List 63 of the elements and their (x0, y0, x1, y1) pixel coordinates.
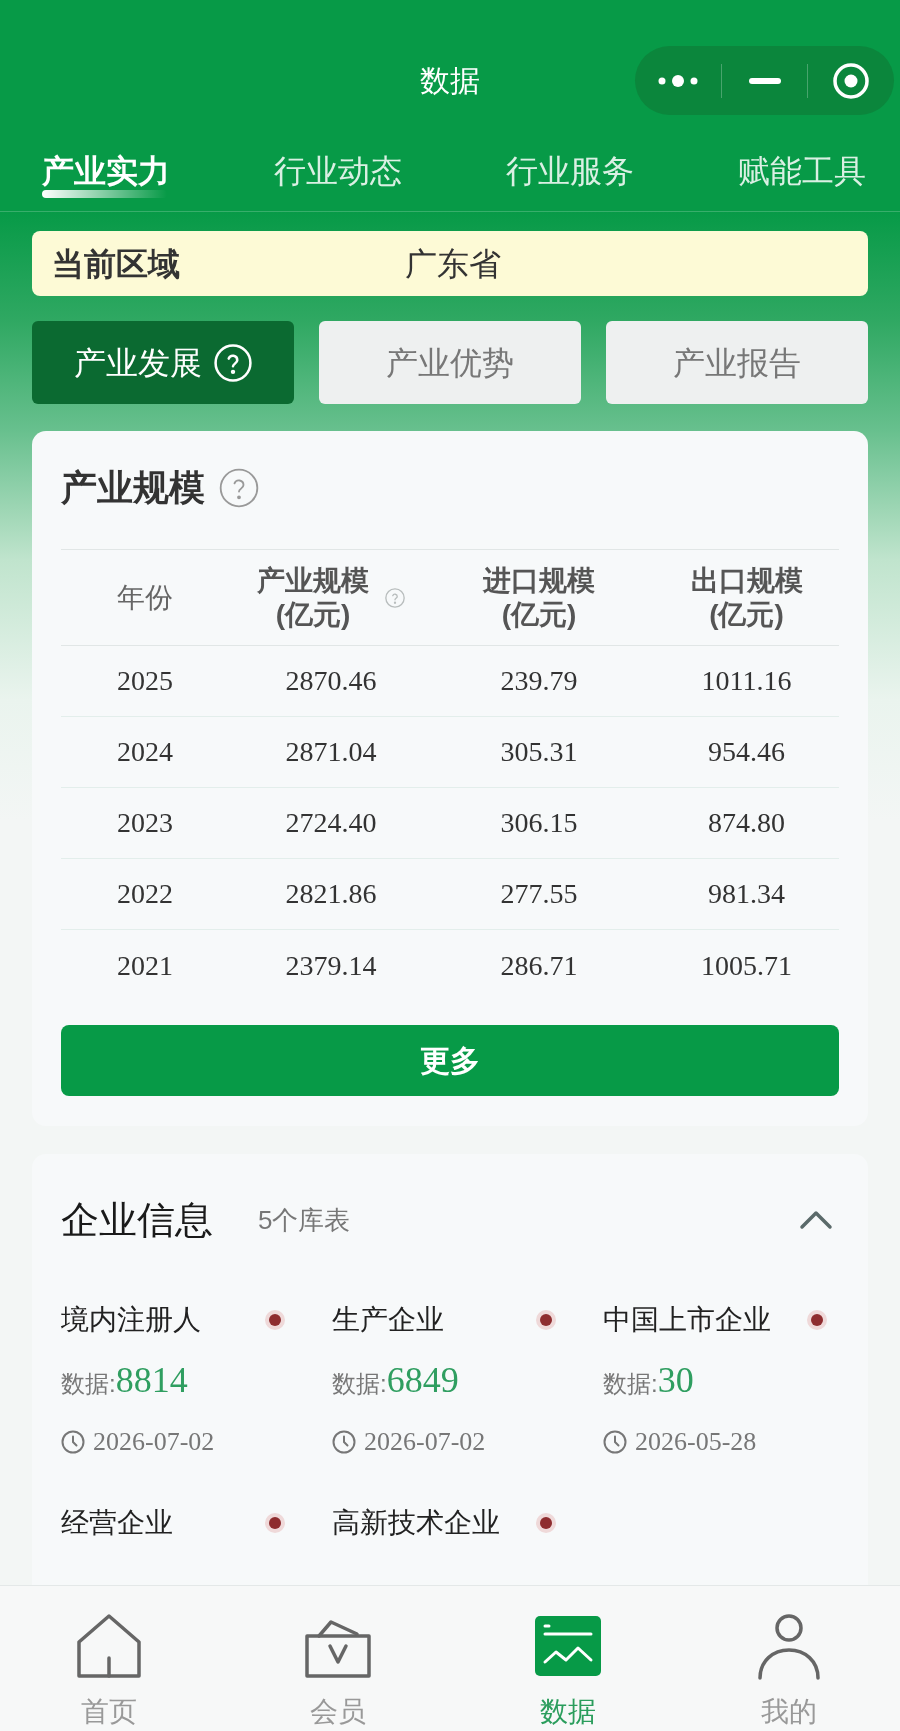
table-cell: 954.46 (708, 735, 785, 769)
item-title[interactable]: 经营企业 (61, 1503, 173, 1543)
category-tab[interactable]: 行业服务 (506, 153, 634, 203)
item-title[interactable]: 境内注册人 (61, 1300, 201, 1340)
page-title: 数据 (420, 62, 480, 99)
data-label: 数据: (603, 1369, 658, 1399)
table-cell: 2024 (117, 735, 173, 769)
data-label: 数据: (332, 1369, 387, 1399)
data-value: 6849 (386, 1360, 459, 1400)
table-cell: 2870.46 (285, 664, 377, 698)
table-cell: 2025 (117, 664, 173, 698)
table-cell: 305.31 (500, 735, 578, 769)
record-count: 5个库表 (258, 1204, 351, 1237)
region-value[interactable]: 广东省 (405, 243, 501, 284)
item-title[interactable]: 中国上市企业 (603, 1300, 771, 1340)
chevron-up-icon[interactable] (799, 1210, 833, 1230)
table-cell: 1011.16 (701, 664, 792, 698)
column-header: 进口规模 (亿元) (483, 563, 595, 632)
more-button[interactable]: 更多 (61, 1025, 839, 1096)
table-cell: 2821.86 (285, 877, 377, 911)
category-tab[interactable]: 赋能工具 (738, 153, 866, 203)
table-cell: 2379.14 (285, 948, 377, 983)
region-label: 当前区域 (52, 244, 181, 284)
clock-icon (603, 1430, 627, 1454)
table-cell: 1005.71 (701, 948, 792, 983)
table-cell: 2021 (117, 948, 173, 983)
tab-bar-item[interactable]: 首页 (0, 1586, 218, 1731)
data-value: 8814 (115, 1360, 188, 1400)
tab-bar-item[interactable]: 我的 (678, 1586, 900, 1731)
update-date: 2026-07-02 (93, 1426, 215, 1458)
minimize-icon[interactable] (748, 77, 781, 84)
tab-bar-item[interactable]: 数据 (458, 1586, 678, 1731)
column-header: 产业规模 (亿元) (257, 563, 369, 632)
table-cell: 277.55 (500, 877, 578, 911)
tab-bar-item[interactable]: 会员 (218, 1586, 458, 1731)
column-header: 出口规模 (亿元) (690, 563, 803, 632)
section-title: 企业信息 (61, 1198, 213, 1243)
item-title[interactable]: 生产企业 (332, 1300, 444, 1340)
table-cell: 2023 (117, 806, 173, 840)
section-title: 产业规模 (61, 466, 205, 510)
category-tab[interactable]: 产业实力 (42, 153, 170, 203)
data-value: 30 (657, 1360, 694, 1400)
more-icon[interactable] (657, 74, 698, 87)
circle-dot-icon[interactable] (833, 62, 870, 99)
table-cell: 874.80 (708, 806, 785, 840)
clock-icon (61, 1430, 85, 1454)
table-cell: 981.34 (708, 877, 785, 911)
data-label: 数据: (61, 1369, 116, 1399)
table-cell: 2871.04 (285, 735, 377, 769)
update-date: 2026-05-28 (635, 1426, 757, 1458)
update-date: 2026-07-02 (364, 1426, 486, 1458)
clock-icon (332, 1430, 356, 1454)
table-cell: 2724.40 (285, 806, 377, 840)
table-cell: 306.15 (500, 806, 578, 840)
section-tab[interactable]: 产业优势 (319, 321, 581, 404)
section-tab[interactable]: 产业发展 (32, 321, 294, 404)
table-cell: 286.71 (500, 948, 578, 983)
table-cell: 2022 (117, 877, 173, 911)
item-title[interactable]: 高新技术企业 (332, 1503, 500, 1543)
category-tab[interactable]: 行业动态 (274, 153, 402, 203)
table-cell: 239.79 (500, 664, 578, 698)
column-header: 年份 (117, 580, 173, 615)
section-tab[interactable]: 产业报告 (606, 321, 868, 404)
